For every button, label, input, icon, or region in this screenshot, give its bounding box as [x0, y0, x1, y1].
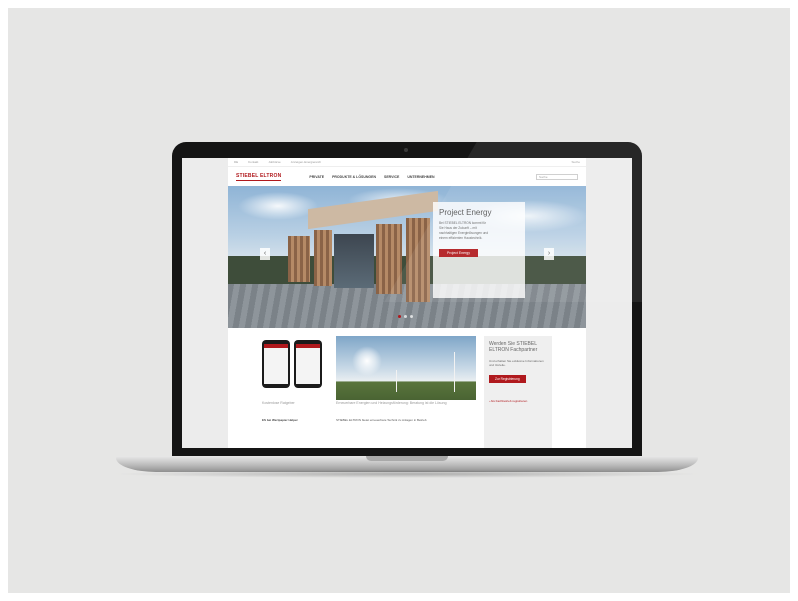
topbar-link-language[interactable]: DE: [234, 160, 238, 164]
pavilion-wall: [288, 236, 310, 282]
pavilion-wall: [314, 230, 332, 286]
topbar-link-jobs[interactable]: Jobbörse: [268, 160, 280, 164]
main-nav: STIEBEL ELTRON PRIVATE PRODUKTE & LÖSUNG…: [228, 167, 586, 186]
promo-title: Project Energy: [439, 208, 492, 217]
pavilion-glass: [334, 234, 374, 288]
partner-link[interactable]: › Als Fachbetrieb registrieren: [489, 399, 547, 403]
partner-text: Und erhalten Sie exklusive Informationen…: [489, 359, 544, 367]
hero-promo-box: Project Energy Bei STIEBEL ELTRON kommt …: [433, 202, 525, 298]
slider-dot[interactable]: [398, 315, 401, 318]
laptop-notch: [366, 456, 448, 461]
turbine-mast: [396, 370, 397, 392]
phone-image: [262, 340, 290, 388]
article-text: STIEBEL ELTRON bietet erneuerbare Techni…: [336, 418, 427, 422]
hero-trees: [228, 256, 586, 284]
partner-title: Werden Sie STIEBEL ELTRON Fachpartner: [489, 341, 538, 353]
wind-turbine-image[interactable]: [336, 336, 476, 400]
content-area: Kostenlose Ratgeber ES bei Wertpapier He…: [228, 328, 586, 448]
topbar-search[interactable]: Suche: [571, 160, 580, 164]
turbine-mast: [454, 352, 455, 392]
top-bar: DE Kontakt Jobbörse Anzeigen-Energiereic…: [228, 158, 586, 167]
promo-text: Bei STIEBEL ELTRON kommt für Sie Haus de…: [439, 221, 489, 240]
sun-glare: [352, 346, 382, 376]
slider-next-button[interactable]: ›: [544, 248, 554, 260]
brand-logo[interactable]: STIEBEL ELTRON: [236, 173, 282, 181]
camera-icon: [404, 148, 408, 152]
article-title[interactable]: Erneuerbare Energien und Heizungsförderu…: [336, 401, 476, 405]
slider-dot[interactable]: [404, 315, 407, 318]
slider-dot[interactable]: [410, 315, 413, 318]
website: DE Kontakt Jobbörse Anzeigen-Energiereic…: [228, 158, 586, 448]
nav-item-company[interactable]: UNTERNEHMEN: [407, 175, 434, 179]
topbar-link-contact[interactable]: Kontakt: [248, 160, 258, 164]
nav-item-products[interactable]: PRODUKTE & LÖSUNGEN: [332, 175, 376, 179]
laptop-screen: DE Kontakt Jobbörse Anzeigen-Energiereic…: [182, 158, 632, 448]
nav-item-service[interactable]: SERVICE: [384, 175, 399, 179]
phone-image: [294, 340, 322, 388]
pavilion-wall: [406, 218, 430, 302]
nav-item-private[interactable]: PRIVATE: [309, 175, 324, 179]
teaser-title[interactable]: Kostenlose Ratgeber: [262, 401, 295, 405]
phones-image[interactable]: [262, 340, 326, 390]
hero-slider: ‹ › Project Energy Bei STIEBEL ELTRON ko…: [228, 186, 586, 328]
pavilion-wall: [376, 224, 402, 294]
slider-prev-button[interactable]: ‹: [260, 248, 270, 260]
laptop-shadow: [110, 470, 704, 478]
topbar-link-energy[interactable]: Anzeigen-Energiereich: [291, 160, 321, 164]
hero-pavilion-image: [288, 190, 438, 310]
register-button[interactable]: Zur Registrierung: [489, 375, 526, 383]
laptop-lid: DE Kontakt Jobbörse Anzeigen-Energiereic…: [172, 142, 642, 458]
teaser-text: ES bei Wertpapier Helper: [262, 418, 298, 422]
promo-button[interactable]: Project Energy: [439, 249, 478, 257]
slider-dots: [398, 315, 413, 318]
partner-box: Werden Sie STIEBEL ELTRON Fachpartner Un…: [484, 336, 552, 448]
search-input[interactable]: Suche: [536, 173, 578, 180]
